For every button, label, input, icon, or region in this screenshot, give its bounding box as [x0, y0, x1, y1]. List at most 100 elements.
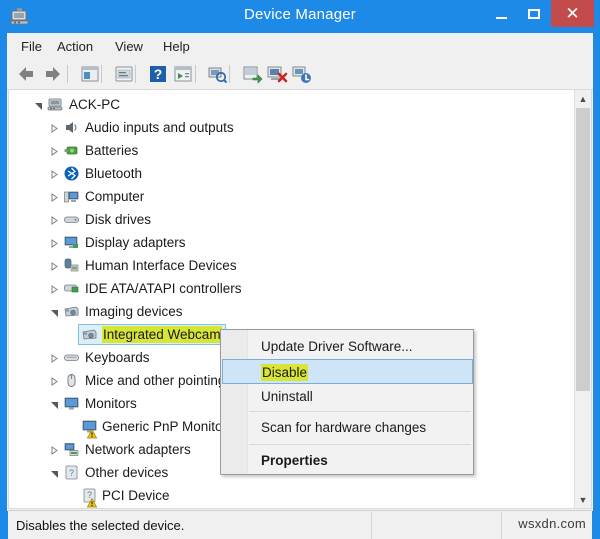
- expanded-triangle-icon[interactable]: [34, 101, 43, 110]
- network-icon: [63, 441, 80, 458]
- help-icon[interactable]: ?: [147, 63, 169, 85]
- computer-root-icon: [47, 96, 64, 113]
- imaging-icon: [63, 303, 80, 320]
- vertical-scrollbar[interactable]: ▲ ▼: [574, 90, 591, 508]
- tree-node-label: IDE ATA/ATAPI controllers: [85, 281, 242, 296]
- tree-node-label: Computer: [85, 189, 145, 204]
- back-icon[interactable]: [15, 63, 37, 85]
- disk-icon: [63, 211, 80, 228]
- scan-hardware-changes-icon[interactable]: [291, 63, 313, 85]
- menu-action[interactable]: Action: [51, 37, 99, 56]
- tree-node-audio[interactable]: Audio inputs and outputs: [9, 116, 574, 139]
- collapsed-triangle-icon[interactable]: [50, 124, 59, 133]
- context-menu-separator: [249, 444, 471, 445]
- tree-node-label: Disk drives: [85, 212, 152, 227]
- context-menu-item-update-driver[interactable]: Update Driver Software...: [222, 334, 472, 359]
- expanded-triangle-icon[interactable]: [50, 469, 59, 478]
- collapsed-triangle-icon[interactable]: [50, 147, 59, 156]
- speaker-icon: [63, 119, 80, 136]
- tree-node-pci-device[interactable]: ? PCI Device: [9, 484, 574, 508]
- uninstall-device-icon[interactable]: [266, 63, 288, 85]
- watermark: wsxdn.com: [518, 516, 586, 531]
- collapsed-triangle-icon[interactable]: [50, 193, 59, 202]
- tree-node-computer[interactable]: Computer: [9, 185, 574, 208]
- collapsed-triangle-icon[interactable]: [50, 285, 59, 294]
- context-menu-item-disable[interactable]: Disable: [222, 359, 473, 384]
- tree-node-label: Other devices: [85, 465, 169, 480]
- expanded-triangle-icon[interactable]: [50, 308, 59, 317]
- properties-icon[interactable]: [113, 63, 135, 85]
- context-menu-item-uninstall[interactable]: Uninstall: [222, 384, 472, 409]
- minimize-icon: [485, 0, 517, 27]
- context-menu[interactable]: Update Driver Software... Disable Uninst…: [220, 329, 474, 475]
- menu-file[interactable]: File: [15, 37, 48, 56]
- tree-node-hid[interactable]: Human Interface Devices: [9, 254, 574, 277]
- chevron-down-icon[interactable]: ▼: [575, 491, 591, 508]
- maximize-button[interactable]: [518, 0, 550, 27]
- toolbar-separator: [67, 65, 68, 83]
- collapsed-triangle-icon[interactable]: [50, 262, 59, 271]
- menu-help[interactable]: Help: [157, 37, 196, 56]
- tree-node-label: PCI Device: [102, 488, 170, 503]
- battery-icon: [63, 142, 80, 159]
- svg-text:?: ?: [69, 468, 74, 478]
- tree-node-ide[interactable]: IDE ATA/ATAPI controllers: [9, 277, 574, 300]
- collapsed-triangle-icon[interactable]: [50, 377, 59, 386]
- tree-node-label: Integrated Webcam: [102, 326, 222, 343]
- collapsed-triangle-icon[interactable]: [50, 446, 59, 455]
- tree-node-label: Monitors: [85, 396, 137, 411]
- monitor-icon: [63, 395, 80, 412]
- close-button[interactable]: ✕: [551, 0, 594, 27]
- status-divider: [501, 512, 502, 539]
- toolbar-separator: [195, 65, 196, 83]
- device-list-icon[interactable]: [172, 63, 194, 85]
- minimize-button[interactable]: [485, 0, 517, 27]
- bluetooth-icon: [63, 165, 80, 182]
- toolbar-separator: [135, 65, 136, 83]
- context-menu-item-scan-hardware[interactable]: Scan for hardware changes: [222, 415, 472, 440]
- ide-icon: [63, 280, 80, 297]
- update-driver-icon[interactable]: [241, 63, 263, 85]
- collapsed-triangle-icon[interactable]: [50, 170, 59, 179]
- tree-node-label: Keyboards: [85, 350, 150, 365]
- context-menu-separator: [249, 411, 471, 412]
- tree-node-label: Batteries: [85, 143, 139, 158]
- hid-icon: [63, 257, 80, 274]
- menu-view[interactable]: View: [109, 37, 149, 56]
- forward-icon[interactable]: [42, 63, 64, 85]
- scrollbar-thumb[interactable]: [576, 108, 590, 391]
- scan-devices-icon[interactable]: [206, 63, 228, 85]
- warning-badge-icon: [86, 495, 98, 508]
- display-icon: [63, 234, 80, 251]
- tree-node-label: Generic PnP Monitor: [102, 419, 228, 434]
- tree-node-bluetooth[interactable]: Bluetooth: [9, 162, 574, 185]
- tree-node-label: Bluetooth: [85, 166, 143, 181]
- tree-node-label: Audio inputs and outputs: [85, 120, 234, 135]
- tree-node-label: Display adapters: [85, 235, 186, 250]
- tree-node-ack-pc[interactable]: ACK-PC: [9, 93, 574, 116]
- show-hidden-devices-icon[interactable]: [79, 63, 101, 85]
- tree-node-disk-drives[interactable]: Disk drives: [9, 208, 574, 231]
- context-menu-item-properties[interactable]: Properties: [222, 448, 472, 473]
- tree-node-batteries[interactable]: Batteries: [9, 139, 574, 162]
- chevron-up-icon[interactable]: ▲: [575, 90, 591, 107]
- unknown-icon: ?: [63, 464, 80, 481]
- collapsed-triangle-icon[interactable]: [50, 239, 59, 248]
- tree-node-label: Network adapters: [85, 442, 191, 457]
- collapsed-triangle-icon[interactable]: [50, 216, 59, 225]
- expanded-triangle-icon[interactable]: [50, 400, 59, 409]
- tree-node-sm-bus-controller[interactable]: ? SM Bus Controller: [9, 507, 574, 508]
- title-bar: Device Manager ✕: [0, 0, 600, 33]
- context-menu-item-label: Uninstall: [261, 389, 313, 404]
- tree-node-label: ACK-PC: [69, 97, 121, 112]
- mouse-icon: [63, 372, 80, 389]
- tree-node-display-adapters[interactable]: Display adapters: [9, 231, 574, 254]
- keyboard-icon: [63, 349, 80, 366]
- toolbar-separator: [101, 65, 102, 83]
- tree-node-imaging-devices[interactable]: Imaging devices: [9, 300, 574, 323]
- warning-badge-icon: [86, 426, 98, 439]
- context-menu-item-label: Properties: [261, 453, 328, 468]
- context-menu-item-label: Disable: [261, 364, 309, 381]
- collapsed-triangle-icon[interactable]: [50, 354, 59, 363]
- tree-node-label: Imaging devices: [85, 304, 183, 319]
